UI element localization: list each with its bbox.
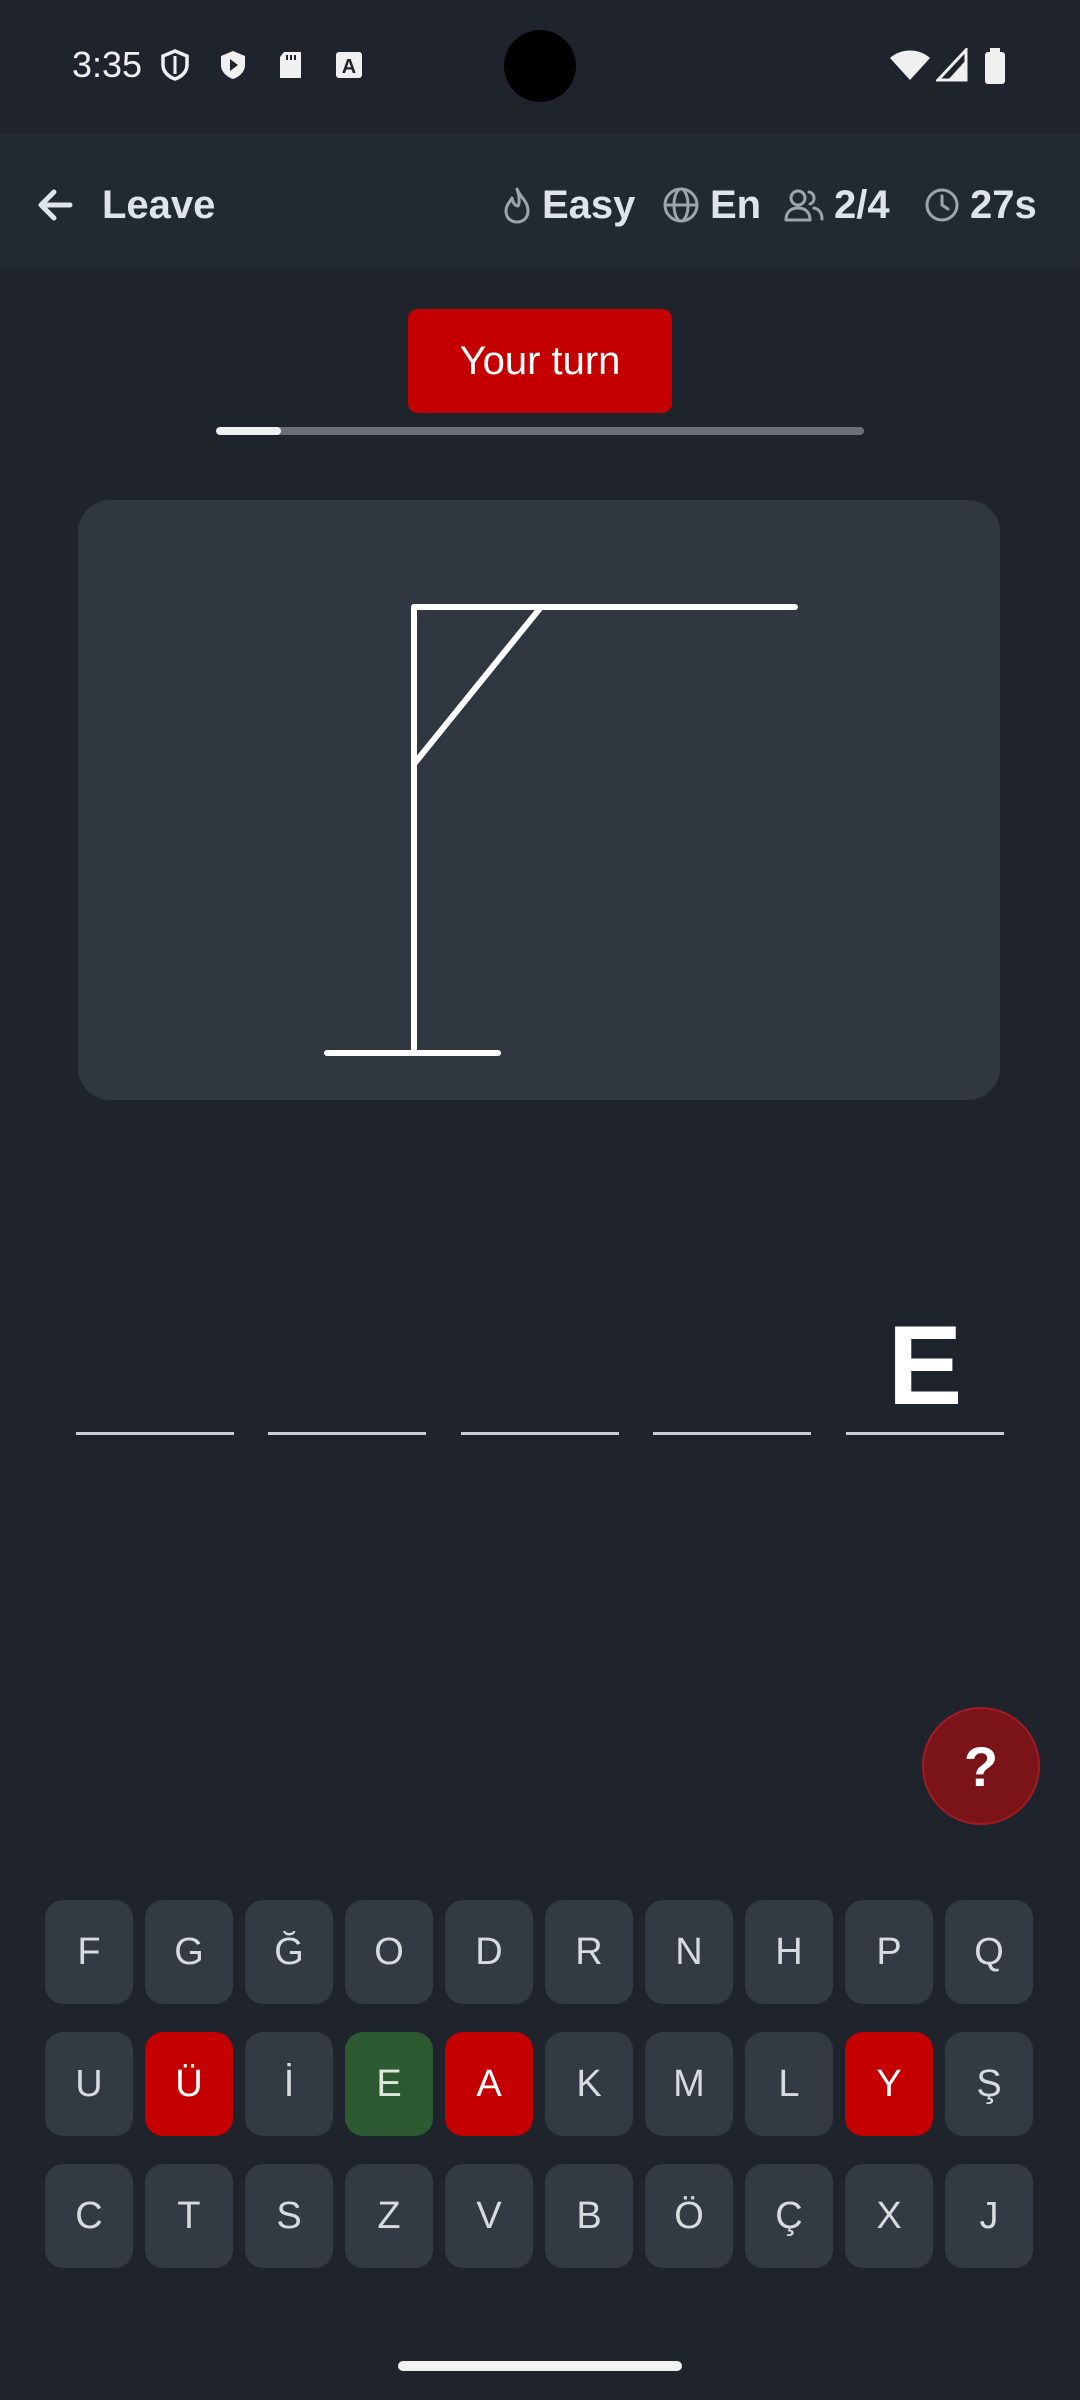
key-correct[interactable]: E xyxy=(345,2032,433,2136)
help-button[interactable]: ? xyxy=(922,1707,1040,1825)
svg-text:A: A xyxy=(342,56,356,78)
key-unused[interactable]: L xyxy=(745,2032,833,2136)
status-time: 3:35 xyxy=(72,44,143,85)
key-unused[interactable]: Ö xyxy=(645,2164,733,2268)
letter-slot xyxy=(461,1290,619,1435)
key-unused[interactable]: C xyxy=(45,2164,133,2268)
flame-icon xyxy=(504,187,530,224)
key-unused[interactable]: R xyxy=(545,1900,633,2004)
key-unused[interactable]: K xyxy=(545,2032,633,2136)
timer-label: 27s xyxy=(970,182,1037,227)
key-wrong[interactable]: Y xyxy=(845,2032,933,2136)
gallows-drawing xyxy=(324,604,798,1056)
letter-slot xyxy=(76,1290,234,1435)
key-unused[interactable]: D xyxy=(445,1900,533,2004)
key-unused[interactable]: N xyxy=(645,1900,733,2004)
key-unused[interactable]: M xyxy=(645,2032,733,2136)
key-unused[interactable]: Q xyxy=(945,1900,1033,2004)
difficulty-indicator: Easy xyxy=(502,178,635,232)
letter-slot xyxy=(653,1290,811,1435)
key-unused[interactable]: U xyxy=(45,2032,133,2136)
leave-label: Leave xyxy=(102,182,216,227)
key-unused[interactable]: Ç xyxy=(745,2164,833,2268)
hangman-drawing-area xyxy=(78,500,1000,1100)
key-unused[interactable]: G xyxy=(145,1900,233,2004)
key-unused[interactable]: P xyxy=(845,1900,933,2004)
status-bar: 3:35 A xyxy=(0,0,1080,134)
letter-slot xyxy=(268,1290,426,1435)
players-count: 2/4 xyxy=(834,182,890,227)
difficulty-label: Easy xyxy=(542,182,636,227)
camera-cutout xyxy=(504,30,576,102)
key-unused[interactable]: X xyxy=(845,2164,933,2268)
turn-indicator: Your turn xyxy=(408,309,672,413)
key-unused[interactable]: Ğ xyxy=(245,1900,333,2004)
key-wrong[interactable]: Ü xyxy=(145,2032,233,2136)
key-wrong[interactable]: A xyxy=(445,2032,533,2136)
players-indicator: 2/4 xyxy=(784,178,890,232)
key-unused[interactable]: O xyxy=(345,1900,433,2004)
slot-letter: E xyxy=(887,1303,963,1428)
clock-icon xyxy=(925,188,959,222)
game-screen: 3:35 A Leave Easy En 2/4 27s Your turn E… xyxy=(0,0,1080,2400)
home-indicator[interactable] xyxy=(398,2361,682,2371)
sd-card-icon xyxy=(280,52,301,78)
key-unused[interactable]: Z xyxy=(345,2164,433,2268)
key-unused[interactable]: H xyxy=(745,1900,833,2004)
key-unused[interactable]: B xyxy=(545,2164,633,2268)
shield-icon xyxy=(161,49,189,81)
language-indicator: En xyxy=(662,178,761,232)
game-top-bar: Leave Easy En 2/4 27s xyxy=(0,134,1080,268)
players-icon xyxy=(784,189,824,222)
key-unused[interactable]: T xyxy=(145,2164,233,2268)
key-unused[interactable]: V xyxy=(445,2164,533,2268)
turn-progress-fill xyxy=(216,427,281,435)
play-shield-icon xyxy=(221,51,245,79)
leave-button[interactable]: Leave xyxy=(34,178,224,232)
battery-icon xyxy=(985,48,1005,84)
key-unused[interactable]: İ xyxy=(245,2032,333,2136)
letter-slot: E xyxy=(846,1290,1004,1435)
signal-icon xyxy=(936,48,968,82)
back-arrow-icon xyxy=(38,189,73,221)
timer-indicator: 27s xyxy=(924,178,1037,232)
font-icon: A xyxy=(336,52,362,78)
turn-progress-bar xyxy=(216,427,864,435)
key-unused[interactable]: F xyxy=(45,1900,133,2004)
wifi-icon xyxy=(890,50,930,80)
key-unused[interactable]: Ş xyxy=(945,2032,1033,2136)
globe-icon xyxy=(663,187,699,223)
gallows-brace xyxy=(411,604,544,767)
key-unused[interactable]: J xyxy=(945,2164,1033,2268)
key-unused[interactable]: S xyxy=(245,2164,333,2268)
language-label: En xyxy=(710,182,762,227)
